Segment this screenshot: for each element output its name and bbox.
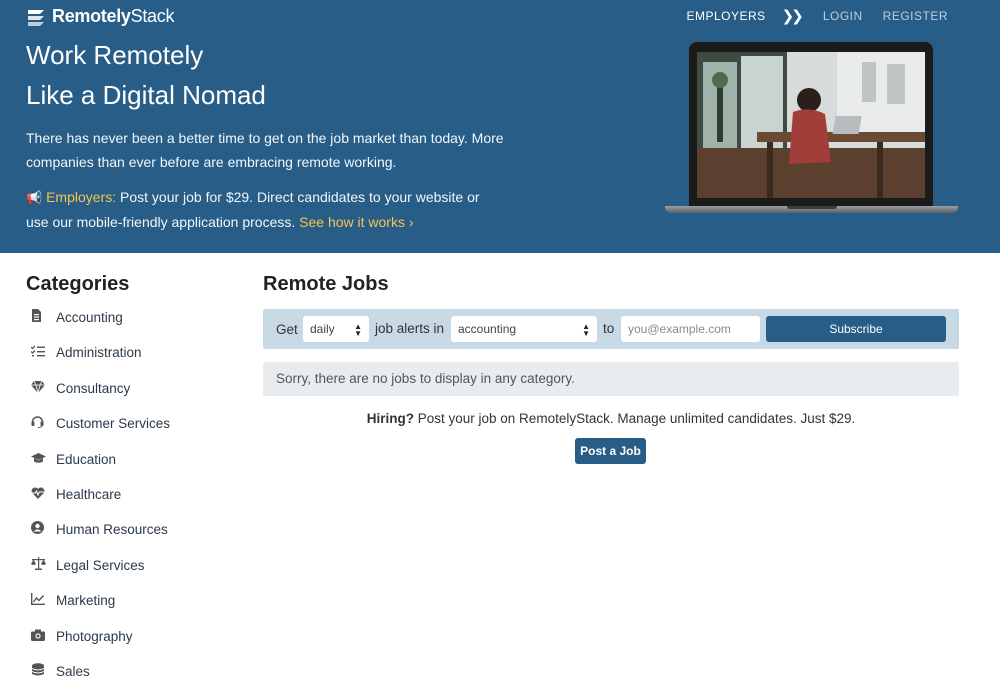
category-item-photography[interactable]: Photography	[26, 628, 170, 663]
category-label: Administration	[56, 345, 142, 361]
category-item-human-resources[interactable]: Human Resources	[26, 521, 170, 556]
stack-logo-icon	[28, 9, 44, 26]
category-label: Consultancy	[56, 380, 131, 396]
category-item-healthcare[interactable]: Healthcare	[26, 486, 170, 521]
frequency-select-value: daily	[310, 322, 335, 336]
coins-icon	[26, 663, 56, 681]
categories-list: Accounting Administration Consultancy Cu…	[26, 309, 170, 698]
category-item-accounting[interactable]: Accounting	[26, 309, 170, 344]
category-select-value: accounting	[458, 322, 517, 336]
category-label: Education	[56, 451, 117, 467]
select-arrows-icon: ▲ ▼	[354, 322, 362, 338]
category-item-administration[interactable]: Administration	[26, 344, 170, 379]
subscribe-button[interactable]: Subscribe	[766, 316, 946, 342]
brand-name: RemotelyStack	[52, 6, 175, 26]
category-label: Accounting	[56, 310, 123, 325]
category-item-consultancy[interactable]: Consultancy	[26, 380, 170, 415]
laptop-illustration	[665, 42, 958, 214]
hiring-text: Post your job on RemotelyStack. Manage u…	[414, 411, 856, 426]
category-label: Marketing	[56, 593, 116, 609]
category-item-sales[interactable]: Sales	[26, 663, 170, 698]
hiring-message: Hiring? Post your job on RemotelyStack. …	[263, 411, 959, 426]
see-how-it-works-link[interactable]: See how it works ›	[299, 214, 413, 230]
hero-intro-text: There has never been a better time to ge…	[26, 130, 504, 170]
balance-scale-icon	[26, 556, 56, 575]
laptop-notch	[787, 206, 837, 209]
nav-register-link[interactable]: REGISTER	[883, 9, 948, 23]
category-label: Sales	[56, 663, 90, 679]
laptop-screen	[689, 42, 933, 208]
headset-icon	[26, 415, 56, 433]
checklist-icon	[26, 344, 56, 362]
email-field[interactable]	[621, 316, 760, 342]
employers-label: Employers:	[46, 189, 117, 205]
no-jobs-notice: Sorry, there are no jobs to display in a…	[263, 362, 959, 396]
category-label: Customer Services	[56, 416, 171, 432]
post-a-job-button[interactable]: Post a Job	[575, 438, 646, 464]
select-arrows-icon: ▲ ▼	[582, 322, 590, 338]
user-circle-icon	[26, 521, 56, 539]
frequency-select[interactable]: daily ▲ ▼	[303, 316, 369, 342]
category-item-legal-services[interactable]: Legal Services	[26, 556, 170, 592]
double-chevron-icon[interactable]: ❯❯	[782, 7, 804, 25]
heartbeat-icon	[26, 486, 56, 504]
diamond-icon	[26, 380, 56, 398]
alert-job-alerts-in-label: job alerts in	[375, 321, 445, 336]
alert-get-label: Get	[276, 321, 298, 337]
nav-employers-link[interactable]: EMPLOYERS	[686, 9, 765, 23]
hero-title: Work Remotely	[26, 40, 204, 70]
hiring-label: Hiring?	[366, 411, 414, 426]
category-label: Healthcare	[56, 486, 122, 502]
category-label: Photography	[56, 628, 133, 644]
category-select[interactable]: accounting ▲ ▼	[451, 316, 597, 342]
megaphone-icon: 📢	[26, 190, 43, 205]
category-label: Legal Services	[56, 557, 145, 573]
camera-icon	[26, 628, 56, 646]
remote-jobs-title: Remote Jobs	[263, 273, 389, 295]
category-item-education[interactable]: Education	[26, 451, 170, 486]
top-navigation: EMPLOYERS ❯❯ LOGIN REGISTER	[686, 7, 948, 25]
category-item-marketing[interactable]: Marketing	[26, 592, 170, 627]
hero-employers-text: 📢 Employers: Post your job for $29. Dire…	[26, 185, 496, 234]
alert-to-label: to	[603, 321, 615, 336]
document-icon	[26, 309, 56, 327]
category-label: Human Resources	[56, 522, 168, 538]
line-chart-icon	[26, 592, 56, 610]
hero-photo-woman-with-laptop	[697, 52, 925, 198]
brand-logo[interactable]: RemotelyStack	[26, 6, 174, 27]
nav-login-link[interactable]: LOGIN	[823, 9, 863, 23]
hero-subtitle: Like a Digital Nomad	[26, 80, 266, 110]
categories-title: Categories	[26, 273, 130, 295]
job-alert-form: Get daily ▲ ▼ job alerts in accounting ▲ ▼…	[263, 309, 959, 349]
category-item-customer-services[interactable]: Customer Services	[26, 415, 170, 450]
hero-header: RemotelyStack EMPLOYERS ❯❯ LOGIN REGISTE…	[0, 0, 1000, 253]
graduation-cap-icon	[26, 451, 56, 469]
